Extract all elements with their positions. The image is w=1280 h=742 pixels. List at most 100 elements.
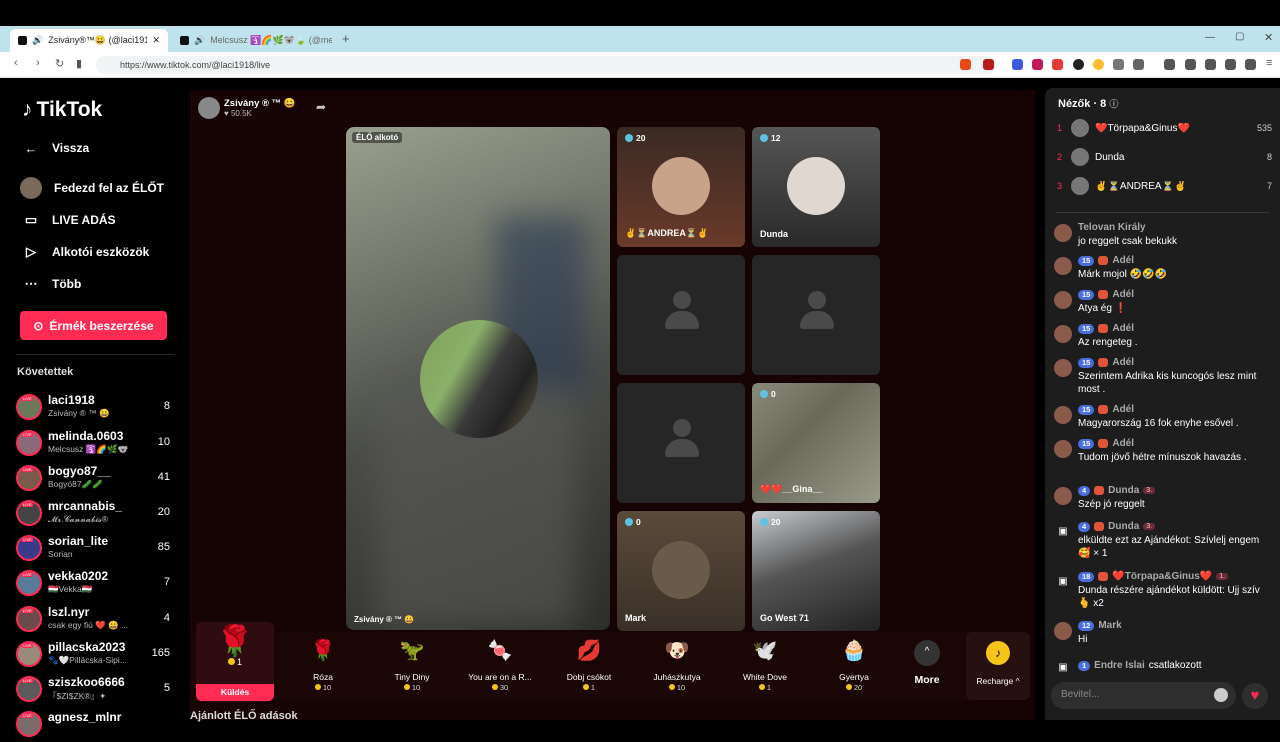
brave-shield-icon[interactable]	[960, 59, 971, 70]
puzzle-extensions-icon[interactable]	[1113, 59, 1124, 70]
following-item[interactable]: agnesz_mlnr	[16, 708, 176, 742]
empty-guest-slot[interactable]	[617, 383, 745, 503]
sidebar-toggle-icon[interactable]	[1185, 59, 1196, 70]
share-icon[interactable]: ➦	[316, 100, 326, 114]
media-icon[interactable]	[1164, 59, 1175, 70]
guest-video-tile[interactable]: 12 Dunda	[752, 127, 880, 247]
following-item[interactable]: laci1918 Zsivány ® ™ 😀 8	[16, 391, 176, 425]
extension-icon[interactable]	[1073, 59, 1084, 70]
chat-username[interactable]: Mark	[1098, 620, 1121, 631]
top-viewer-row[interactable]: 1 ❤️Törpapa&Ginus❤️ 535	[1057, 116, 1272, 140]
following-nickname: csak egy fiú ❤️ 😀 ...	[48, 620, 129, 630]
browser-tab-active[interactable]: 🔊 Zsivány®™😀 (@laci1918) Él ✕	[10, 29, 168, 52]
gift-item[interactable]: 🦖 Tiny Diny 10	[367, 638, 457, 698]
forward-icon[interactable]: ›	[36, 57, 40, 69]
recharge-button[interactable]: Recharge ^	[966, 676, 1030, 686]
gift-item[interactable]: 🌹 Róza 10	[278, 638, 368, 698]
coin-icon: ⊙	[33, 318, 44, 333]
gift-item[interactable]: 🕊️ White Dove 1	[720, 638, 810, 698]
empty-guest-slot[interactable]	[617, 255, 745, 375]
send-gift-button[interactable]: Küldés	[196, 684, 274, 701]
maximize-icon[interactable]: ▢	[1235, 31, 1244, 42]
nav-live[interactable]: ▭ LIVE ADÁS	[22, 211, 116, 229]
vpn-icon[interactable]	[1245, 59, 1256, 70]
guest-video-tile[interactable]: 0 Mark	[617, 511, 745, 631]
empty-guest-slot[interactable]	[752, 255, 880, 375]
get-coins-button[interactable]: ⊙ Érmék beszerzése	[20, 311, 167, 340]
chat-username[interactable]: ❤️Törpapa&Ginus❤️	[1112, 571, 1212, 582]
translate-icon[interactable]	[1012, 59, 1023, 70]
top-viewer-row[interactable]: 3 ✌️⏳ANDREA⏳✌️ 7	[1057, 174, 1272, 198]
tiktok-logo[interactable]: ♪ TikTok	[22, 98, 102, 122]
chat-username[interactable]: Adél	[1112, 404, 1134, 415]
nav-explore-live[interactable]: Fedezd fel az ÉLŐT	[20, 177, 164, 199]
host-tile-name: Zsivány ® ™ 😀	[354, 615, 415, 624]
chat-username[interactable]: Adél	[1112, 438, 1134, 449]
new-tab-button[interactable]: +	[342, 31, 350, 46]
gift-item[interactable]: 🧁 Gyertya 20	[809, 638, 899, 698]
nav-label: Alkotói eszközök	[52, 245, 150, 259]
chat-username[interactable]: Endre Islai	[1094, 660, 1145, 671]
rewards-icon[interactable]	[983, 59, 994, 70]
tiktok-favicon-icon	[18, 36, 27, 45]
chat-username[interactable]: Adél	[1112, 323, 1134, 334]
gift-item[interactable]: 💋 Dobj csókot 1	[544, 638, 634, 698]
nav-creator-tools[interactable]: ▷ Alkotói eszközök	[22, 243, 149, 261]
nav-more[interactable]: ⋯ Több	[22, 275, 82, 293]
tab-close-icon[interactable]: ✕	[152, 35, 160, 46]
browser-tab[interactable]: 🔊 Melcsusz 🛐🌈🌿🐨🍃 (@me	[172, 29, 332, 52]
following-item[interactable]: bogyo87__ Bogyó87🥒🥒 41	[16, 462, 176, 496]
extension-icon[interactable]	[1032, 59, 1043, 70]
back-icon[interactable]: ‹	[14, 57, 18, 69]
bookmark-icon[interactable]: ▮	[76, 57, 82, 70]
hls-extension-icon[interactable]	[1052, 59, 1063, 70]
chat-username[interactable]: Adél	[1112, 289, 1134, 300]
more-gifts-button[interactable]: More	[905, 674, 949, 686]
chat-input[interactable]: Bevitel...	[1051, 682, 1236, 709]
following-item[interactable]: vekka0202 🇭🇺Vekka🇭🇺 7	[16, 567, 176, 601]
chat-username[interactable]: Dunda	[1108, 485, 1139, 496]
extension-icon[interactable]	[1133, 59, 1144, 70]
gift-item[interactable]: 🍬 You are on a R... 30	[455, 638, 545, 698]
guest-video-tile[interactable]: 20 ✌️⏳ANDREA⏳✌️	[617, 127, 745, 247]
like-heart-button[interactable]: ♥	[1242, 683, 1268, 709]
following-item[interactable]: lszl.nyr csak egy fiú ❤️ 😀 ... 4	[16, 603, 176, 637]
emoji-icon[interactable]	[1214, 688, 1228, 702]
top-viewer-row[interactable]: 2 Dunda 8	[1057, 145, 1272, 169]
selected-gift-price: 1	[196, 657, 274, 667]
menu-icon[interactable]: ≡	[1266, 57, 1272, 69]
wallet-icon[interactable]	[1205, 59, 1216, 70]
viewers-title[interactable]: Nézők · 8 ⓘ	[1058, 97, 1118, 110]
extension-icon[interactable]	[1093, 59, 1104, 70]
following-nickname: 🐾🤍Pillácska-Sipi...	[48, 655, 127, 665]
more-chevron-up-icon[interactable]: ^	[914, 640, 940, 666]
downloads-icon[interactable]	[1225, 59, 1236, 70]
chat-username[interactable]: Telovan Király	[1078, 222, 1146, 233]
info-icon[interactable]: ⓘ	[1109, 99, 1118, 109]
url-input[interactable]: https://www.tiktok.com/@laci1918/live	[96, 56, 996, 74]
guest-video-tile[interactable]: 0 ❤️❤️__Gina__	[752, 383, 880, 503]
rank-badge: 3.	[1143, 487, 1156, 494]
chat-username[interactable]: Adél	[1112, 357, 1134, 368]
following-item[interactable]: melinda.0603 Melcsusz 🛐🌈🌿🐨 10	[16, 427, 176, 461]
reload-icon[interactable]: ↻	[55, 57, 64, 70]
host-avatar[interactable]	[198, 97, 220, 119]
coin-icon	[227, 658, 235, 665]
browser-tab-strip: 🔊 Zsivány®™😀 (@laci1918) Él ✕ 🔊 Melcsusz…	[0, 26, 1280, 52]
viewer-name: Dunda	[1095, 151, 1125, 163]
nav-back[interactable]: ← Vissza	[22, 139, 90, 157]
guest-video-tile[interactable]: 20 Go West 71	[752, 511, 880, 631]
close-window-icon[interactable]: ✕	[1264, 31, 1273, 44]
minimize-icon[interactable]: —	[1205, 32, 1215, 43]
gift-item[interactable]: 🐶 Juhászkutya 10	[632, 638, 722, 698]
host-name[interactable]: Zsivány ® ™ 😀	[224, 98, 296, 109]
following-item[interactable]: sziszkoo6666 『$ZI$ZK®』✦ 5	[16, 673, 176, 707]
avatar	[16, 641, 42, 667]
chat-text: Az rengeteg .	[1078, 337, 1138, 348]
chat-username[interactable]: Dunda	[1108, 521, 1139, 532]
following-item[interactable]: sorian_lite Sorian 85	[16, 532, 176, 566]
following-item[interactable]: pillacska2023 🐾🤍Pillácska-Sipi... 165	[16, 638, 176, 672]
chat-username[interactable]: Adél	[1112, 255, 1134, 266]
following-item[interactable]: mrcannabis_ 𝓜𝓻.𝓒𝓪𝓷𝓷𝓪𝓫𝓲𝓼® 20	[16, 497, 176, 531]
tab-title: Melcsusz 🛐🌈🌿🐨🍃 (@me	[210, 35, 332, 45]
